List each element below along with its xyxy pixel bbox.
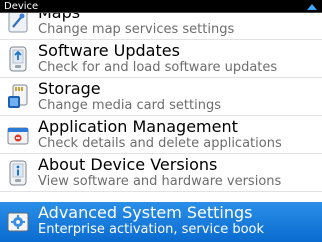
list-item-software-updates[interactable]: Software Updates Check for and load soft… [0,40,322,78]
list-item-description: Check for and load software updates [38,60,278,75]
scroll-up-indicator-icon [307,4,317,10]
list-item-label: Software Updates [38,41,180,60]
storage-icon [7,84,29,110]
list-item-label: Storage [38,79,101,98]
advanced-settings-icon [7,209,29,235]
device-info-icon [7,160,29,186]
software-updates-icon [7,46,29,72]
list-item-storage[interactable]: Storage Change media card settings [0,78,322,116]
window-title: Device [4,1,39,12]
settings-list: Maps Change map services settings Softwa… [0,0,322,242]
list-item-advanced-system-settings[interactable]: Advanced System Settings Enterprise acti… [0,202,322,242]
list-item-label: Application Management [38,117,238,136]
list-item-description: Check details and delete applications [38,136,282,151]
list-item-label: About Device Versions [38,155,218,174]
list-item-description: Change map services settings [38,22,235,37]
title-bar: Device [0,0,322,13]
list-item-description: Enterprise activation, service book [38,222,265,237]
list-item-about-device-versions[interactable]: About Device Versions View software and … [0,154,322,192]
list-item-application-management[interactable]: Application Management Check details and… [0,116,322,154]
list-item-description: View software and hardware versions [38,174,282,189]
list-item-label: Advanced System Settings [38,203,253,222]
application-management-icon [7,122,29,148]
list-item-description: Change media card settings [38,98,221,113]
